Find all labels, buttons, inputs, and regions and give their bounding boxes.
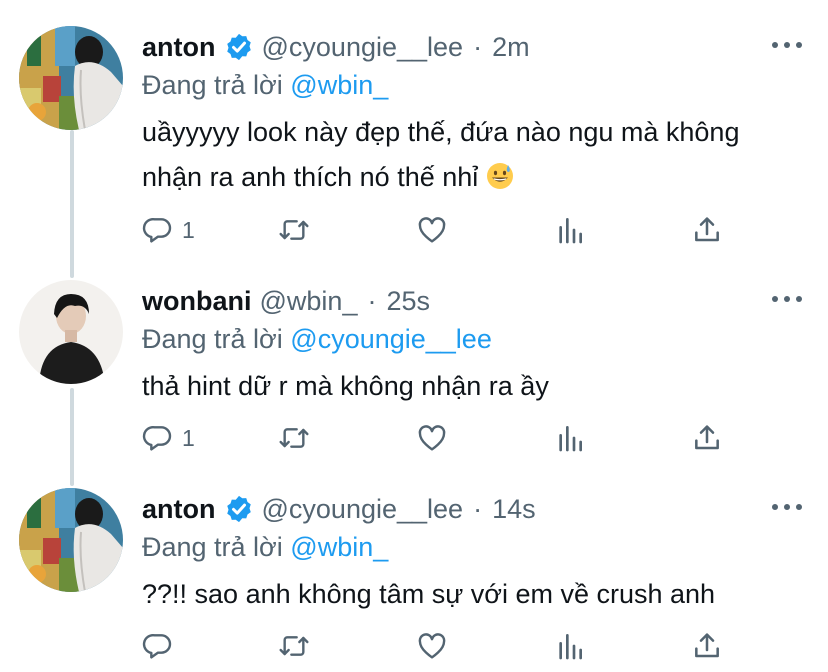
verified-icon [226,495,251,523]
analytics-icon [554,630,586,662]
retweet-icon [278,422,310,454]
tweet-text-line: uầyyyyy look này đẹp thế, đứa nào ngu mà… [142,117,740,147]
share-icon [691,214,723,246]
retweet-icon [278,214,310,246]
retweet-button[interactable] [278,626,310,666]
avatar[interactable] [19,26,123,130]
more-icon[interactable] [772,502,802,512]
reply-button[interactable] [142,626,182,666]
reply-count: 1 [182,216,195,243]
avatar[interactable] [19,488,123,592]
analytics-icon [554,422,586,454]
display-name[interactable]: wonbani [142,286,252,317]
share-icon [691,422,723,454]
share-button[interactable] [691,210,723,250]
analytics-button[interactable] [554,418,586,458]
grinning-sweat-emoji [486,163,513,189]
analytics-icon [554,214,586,246]
like-icon [416,214,448,246]
handle[interactable]: @cyoungie__lee [262,32,464,63]
timestamp[interactable]: 2m [492,32,530,63]
tweet-header: anton @cyoungie__lee · 14s [142,490,808,528]
analytics-button[interactable] [554,626,586,666]
replying-to: Đang trả lời @wbin_ [142,528,808,566]
reply-button[interactable]: 1 [142,418,195,458]
avatar-photo [19,280,123,384]
display-name[interactable]: anton [142,32,216,63]
timestamp[interactable]: 25s [386,286,430,317]
replying-to: Đang trả lời @wbin_ [142,66,808,104]
tweet[interactable]: wonbani @wbin_ · 25s Đang trả lời @cyoun… [0,268,828,478]
share-icon [691,630,723,662]
replying-to: Đang trả lời @cyoungie__lee [142,320,808,358]
analytics-button[interactable] [554,210,586,250]
like-button[interactable] [416,626,448,666]
tweet-header: anton @cyoungie__lee · 2m [142,28,808,66]
like-icon [416,422,448,454]
mention-link[interactable]: @wbin_ [290,70,388,100]
reply-icon [142,422,174,454]
mention-link[interactable]: @wbin_ [290,532,388,562]
tweet-text-line: nhận ra anh thích nó thế nhỉ [142,162,479,192]
reply-count: 1 [182,424,195,451]
share-button[interactable] [691,418,723,458]
separator: · [473,31,483,62]
tweet-text: thả hint dữ r mà không nhận ra ầy [142,364,808,409]
mention-link[interactable]: @cyoungie__lee [290,324,492,354]
verified-icon [226,33,251,61]
avatar-photo [19,488,123,592]
tweet-text-line: ??!! sao anh không tâm sự với em về crus… [142,579,716,609]
retweet-button[interactable] [278,210,310,250]
more-icon[interactable] [772,294,802,304]
tweet[interactable]: anton @cyoungie__lee · 2m Đang trả lời @… [0,0,828,268]
tweet-text: ??!! sao anh không tâm sự với em về crus… [142,572,808,617]
display-name[interactable]: anton [142,494,216,525]
reply-icon [142,630,174,662]
like-button[interactable] [416,210,448,250]
tweet[interactable]: anton @cyoungie__lee · 14s Đang trả lời … [0,478,828,672]
reply-button[interactable]: 1 [142,210,195,250]
tweet-text-line: thả hint dữ r mà không nhận ra ầy [142,371,549,401]
avatar-photo [19,26,123,130]
tweet-header: wonbani @wbin_ · 25s [142,282,808,320]
like-button[interactable] [416,418,448,458]
reply-prefix: Đang trả lời [142,532,283,562]
more-icon[interactable] [772,40,802,50]
reply-prefix: Đang trả lời [142,324,283,354]
reply-icon [142,214,174,246]
timestamp[interactable]: 14s [492,494,536,525]
retweet-icon [278,630,310,662]
tweet-text: uầyyyyy look này đẹp thế, đứa nào ngu mà… [142,110,808,200]
reply-prefix: Đang trả lời [142,70,283,100]
separator: · [473,493,483,524]
separator: · [367,285,377,316]
share-button[interactable] [691,626,723,666]
like-icon [416,630,448,662]
handle[interactable]: @wbin_ [260,286,358,317]
retweet-button[interactable] [278,418,310,458]
avatar[interactable] [19,280,123,384]
handle[interactable]: @cyoungie__lee [262,494,464,525]
